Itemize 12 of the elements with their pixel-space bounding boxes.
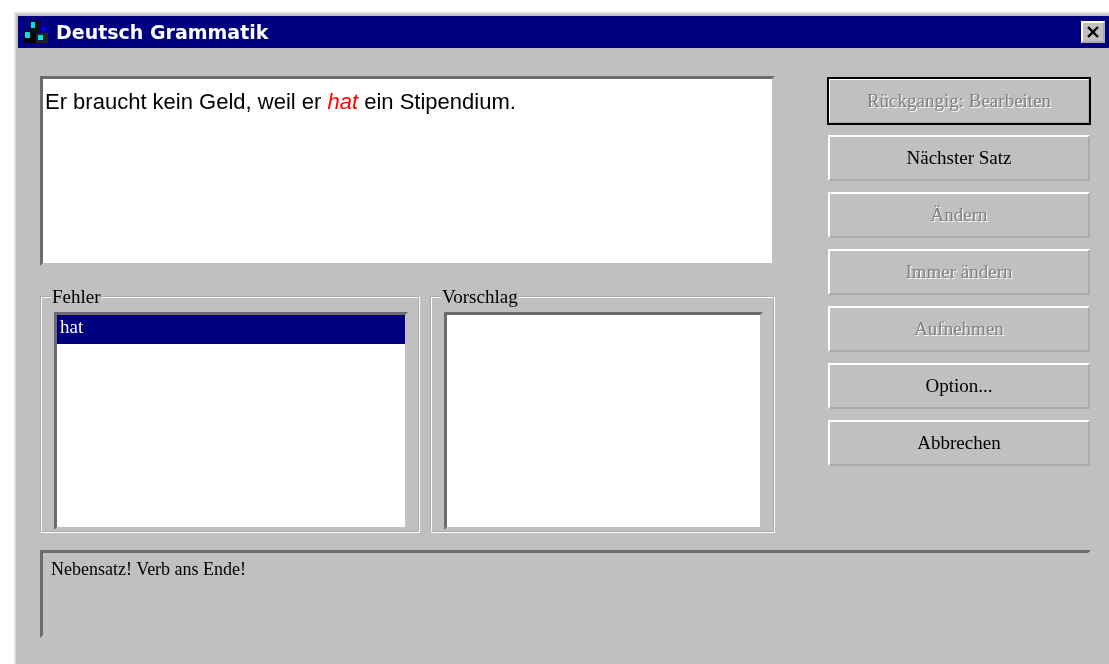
close-icon <box>1087 26 1099 38</box>
message-field: Nebensatz! Verb ans Ende! <box>40 550 1091 638</box>
window-title: Deutsch Grammatik <box>56 21 270 43</box>
dialog-button[interactable]: Nächster Satz <box>828 135 1090 181</box>
group-label: Vorschlag <box>441 286 519 308</box>
sentence-text: Er braucht kein Geld, weil er hat ein Stipendium. <box>40 76 775 266</box>
dialog-button[interactable]: Abbrechen <box>828 420 1090 466</box>
close-button[interactable] <box>1081 21 1105 43</box>
dialog-button[interactable]: Option... <box>828 363 1090 409</box>
suggestion-list[interactable] <box>444 312 763 530</box>
error-item[interactable]: hat <box>57 315 405 344</box>
group-label: Fehler <box>51 286 102 308</box>
